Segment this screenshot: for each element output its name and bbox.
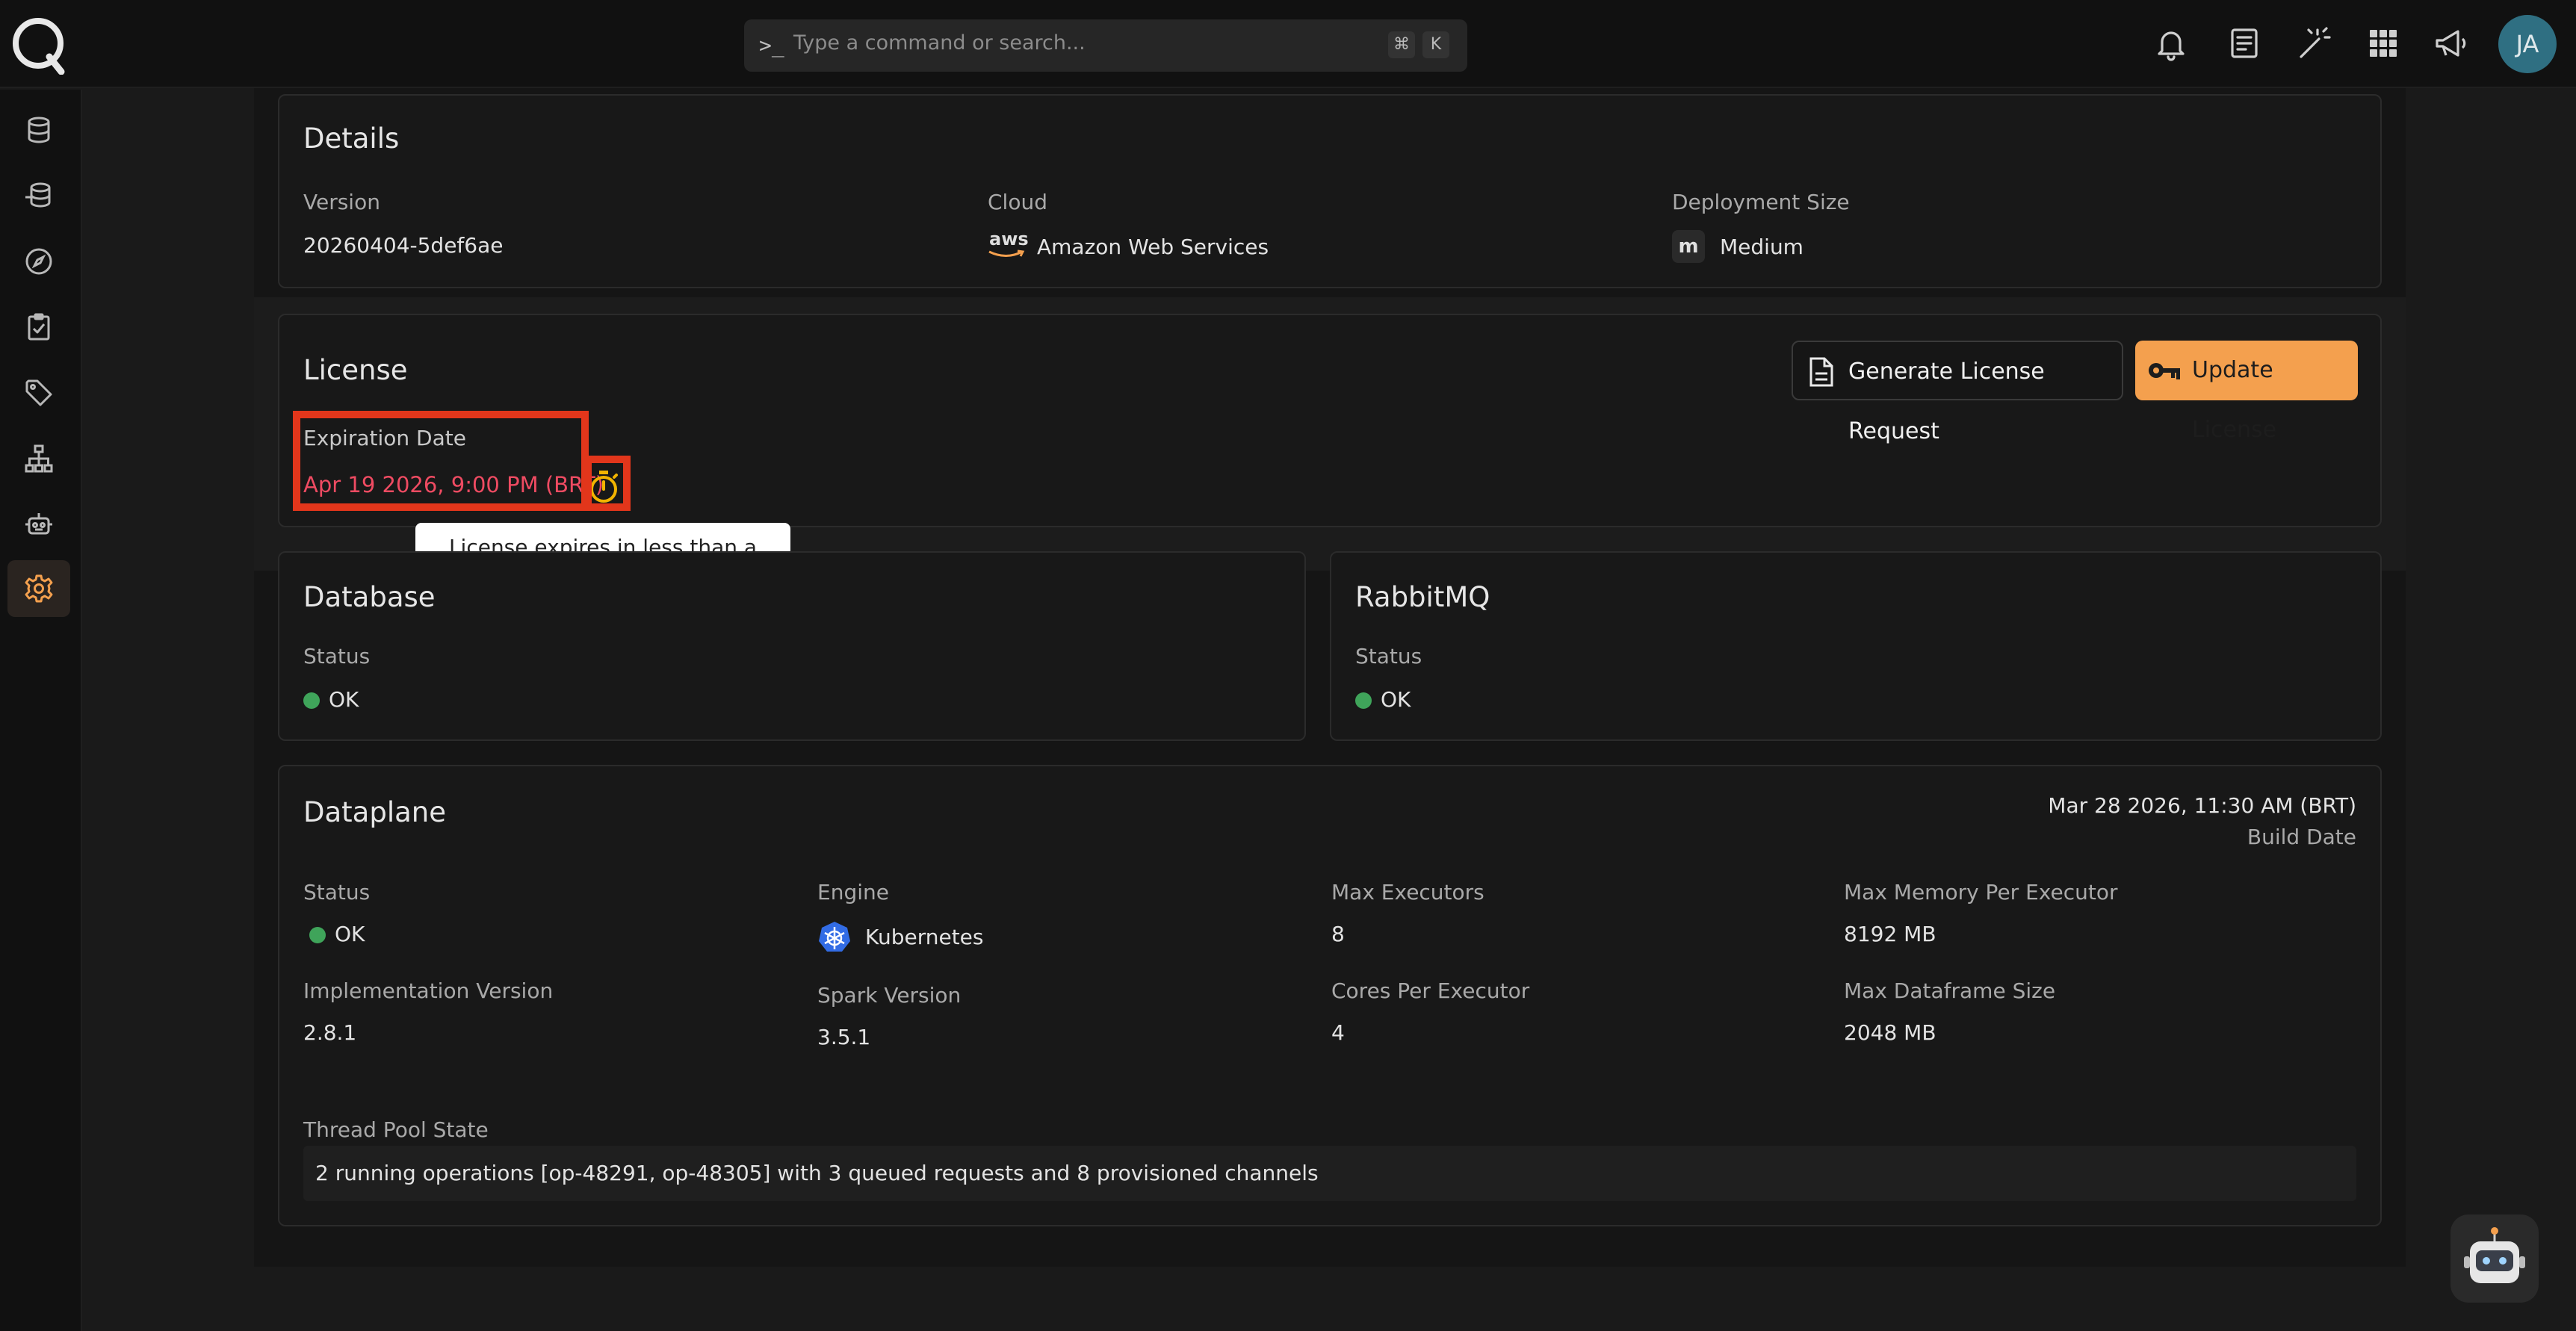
thread-pool-state-box: 2 running operations [op-48291, op-48305… [303,1146,2356,1201]
status-ok-dot [1355,692,1372,709]
datasets-icon [25,182,51,208]
search-placeholder: Type a command or search... [793,31,1086,55]
sidebar-item-datasets[interactable] [7,167,70,224]
megaphone-icon[interactable] [2433,25,2468,61]
generate-license-request-button[interactable]: Generate License Request [1792,341,2123,444]
cloud-value: Amazon Web Services [1037,235,1269,259]
command-search[interactable]: >_ Type a command or search... ⌘ K [744,19,1467,72]
database-icon [28,117,50,143]
database-status-value: OK [303,687,359,712]
size-badge-icon: m [1672,230,1705,263]
details-card: Details Version 20260404-5def6ae Cloud a… [278,94,2382,288]
update-license-label: Update License [2192,357,2277,443]
status-ok-dot [309,927,326,943]
max-executors-value: 8 [1331,922,1345,946]
cores-per-executor-value: 4 [1331,1020,1345,1045]
engine-label: Engine [817,880,889,905]
highlight-box-expiration [293,411,589,511]
spark-version-value: 3.5.1 [817,1025,871,1049]
max-dataframe-size-label: Max Dataframe Size [1844,978,2056,1003]
sidebar-item-explore[interactable] [7,233,70,290]
deployment-size-value: Medium [1720,235,1803,259]
terminal-icon: >_ [759,33,784,58]
notes-icon[interactable] [2226,25,2262,61]
rabbitmq-card: RabbitMQ Status OK [1330,551,2382,741]
k-key-hint: K [1422,31,1449,58]
max-executors-label: Max Executors [1331,880,1484,905]
sidebar-item-agents[interactable] [7,496,70,553]
license-title: License [303,354,408,386]
compass-icon [25,248,52,275]
dataplane-status-label: Status [303,880,371,905]
max-dataframe-size-value: 2048 MB [1844,1020,1936,1045]
magic-wand-icon[interactable] [2295,25,2331,61]
highlight-box-warning-icon [584,456,631,511]
deployment-size-label: Deployment Size [1672,190,1850,214]
engine-value: Kubernetes [865,925,984,949]
kubernetes-icon [819,922,850,952]
sidebar-item-database[interactable] [7,102,70,158]
dataplane-status-value: OK [309,922,365,946]
database-card: Database Status OK [278,551,1306,741]
thread-pool-state-value: 2 running operations [op-48291, op-48305… [315,1161,1319,1185]
settings-icon [25,574,53,603]
thread-pool-state-label: Thread Pool State [303,1117,489,1142]
implementation-version-value: 2.8.1 [303,1020,357,1045]
sidebar-item-tasks[interactable] [7,299,70,356]
app-logo[interactable] [7,13,69,75]
sidebar-item-tags[interactable] [7,364,70,421]
database-status-label: Status [303,644,371,668]
apps-grid-icon[interactable] [2365,25,2401,61]
cloud-label: Cloud [988,190,1047,214]
hierarchy-icon [25,444,53,473]
rabbitmq-title: RabbitMQ [1355,581,1490,613]
user-avatar[interactable]: JA [2498,15,2557,73]
document-icon [1809,357,1833,387]
implementation-version-label: Implementation Version [303,978,554,1003]
version-value: 20260404-5def6ae [303,233,504,258]
update-license-button[interactable]: Update License [2135,341,2358,443]
top-bar: >_ Type a command or search... ⌘ K JA [0,0,2576,88]
robot-assistant-icon [2464,1227,2525,1283]
cmd-key-hint: ⌘ [1388,31,1415,58]
max-memory-value: 8192 MB [1844,922,1936,946]
tag-icon [25,379,52,406]
cores-per-executor-label: Cores Per Executor [1331,978,1530,1003]
key-icon [2149,363,2180,379]
bell-icon[interactable] [2153,25,2189,61]
details-title: Details [303,122,400,155]
dataplane-title: Dataplane [303,796,446,828]
build-date-value: Mar 28 2026, 11:30 AM (BRT) [2048,793,2356,818]
version-label: Version [303,190,380,214]
robot-icon [25,513,52,535]
sidebar-item-settings[interactable] [7,560,70,617]
generate-license-request-label: Generate License Request [1848,359,2045,444]
build-date-label: Build Date [2247,825,2356,849]
status-ok-dot [303,692,320,709]
rabbitmq-status-value: OK [1355,687,1411,712]
database-title: Database [303,581,436,613]
rabbitmq-status-label: Status [1355,644,1422,668]
spark-version-label: Spark Version [817,983,962,1008]
max-memory-label: Max Memory Per Executor [1844,880,2118,905]
sidebar-item-hierarchy[interactable] [7,430,70,487]
assistant-bot-button[interactable] [2450,1214,2539,1303]
tasks-icon [28,313,50,341]
sidebar [0,90,82,1331]
aws-logo-icon: aws [988,229,1029,260]
